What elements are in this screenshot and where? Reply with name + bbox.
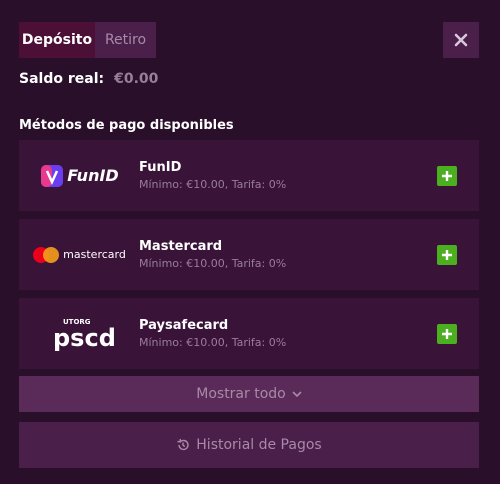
add-funid-button[interactable]	[437, 165, 457, 186]
section-title: Métodos de pago disponibles	[19, 118, 234, 133]
payment-method-funid[interactable]: FunID FunID Mínimo: €10.00, Tarifa: 0%	[19, 140, 479, 211]
close-icon	[454, 33, 468, 47]
method-name: FunID	[139, 160, 182, 175]
plus-icon	[442, 170, 452, 181]
method-info: Paysafecard Mínimo: €10.00, Tarifa: 0%	[139, 318, 437, 349]
paysafecard-logo: UTORG pscd	[19, 318, 139, 350]
payment-method-mastercard[interactable]: mastercard Mastercard Mínimo: €10.00, Ta…	[19, 219, 479, 290]
history-label: Historial de Pagos	[196, 437, 322, 453]
funid-logo-text: FunID	[67, 166, 119, 185]
method-details: Mínimo: €10.00, Tarifa: 0%	[139, 257, 287, 270]
funid-logo: FunID	[19, 163, 139, 189]
payment-method-paysafecard[interactable]: UTORG pscd Paysafecard Mínimo: €10.00, T…	[19, 298, 479, 369]
plus-icon	[442, 328, 452, 339]
tab-bar: Depósito Retiro	[19, 22, 156, 58]
method-info: FunID Mínimo: €10.00, Tarifa: 0%	[139, 160, 437, 191]
method-name: Paysafecard	[139, 318, 229, 333]
balance: Saldo real: €0.00	[19, 71, 158, 87]
show-all-label: Mostrar todo	[196, 386, 286, 402]
balance-label: Saldo real:	[19, 71, 105, 87]
method-details: Mínimo: €10.00, Tarifa: 0%	[139, 178, 287, 191]
mastercard-circles-icon	[33, 246, 60, 263]
method-info: Mastercard Mínimo: €10.00, Tarifa: 0%	[139, 239, 437, 270]
method-details: Mínimo: €10.00, Tarifa: 0%	[139, 336, 287, 349]
plus-icon	[442, 249, 452, 260]
close-button[interactable]	[443, 22, 479, 58]
mastercard-logo-text: mastercard	[63, 248, 126, 261]
add-mastercard-button[interactable]	[437, 244, 457, 265]
history-icon	[177, 439, 189, 451]
payment-history-button[interactable]: Historial de Pagos	[19, 422, 479, 468]
pscd-logo-text: pscd	[53, 323, 116, 352]
balance-amount: €0.00	[114, 71, 159, 87]
add-paysafecard-button[interactable]	[437, 323, 457, 344]
tab-retiro[interactable]: Retiro	[95, 22, 156, 58]
show-all-button[interactable]: Mostrar todo	[19, 376, 479, 412]
chevron-down-icon	[292, 391, 302, 398]
mastercard-logo: mastercard	[19, 246, 139, 264]
method-name: Mastercard	[139, 239, 223, 254]
tab-deposito[interactable]: Depósito	[19, 22, 95, 58]
